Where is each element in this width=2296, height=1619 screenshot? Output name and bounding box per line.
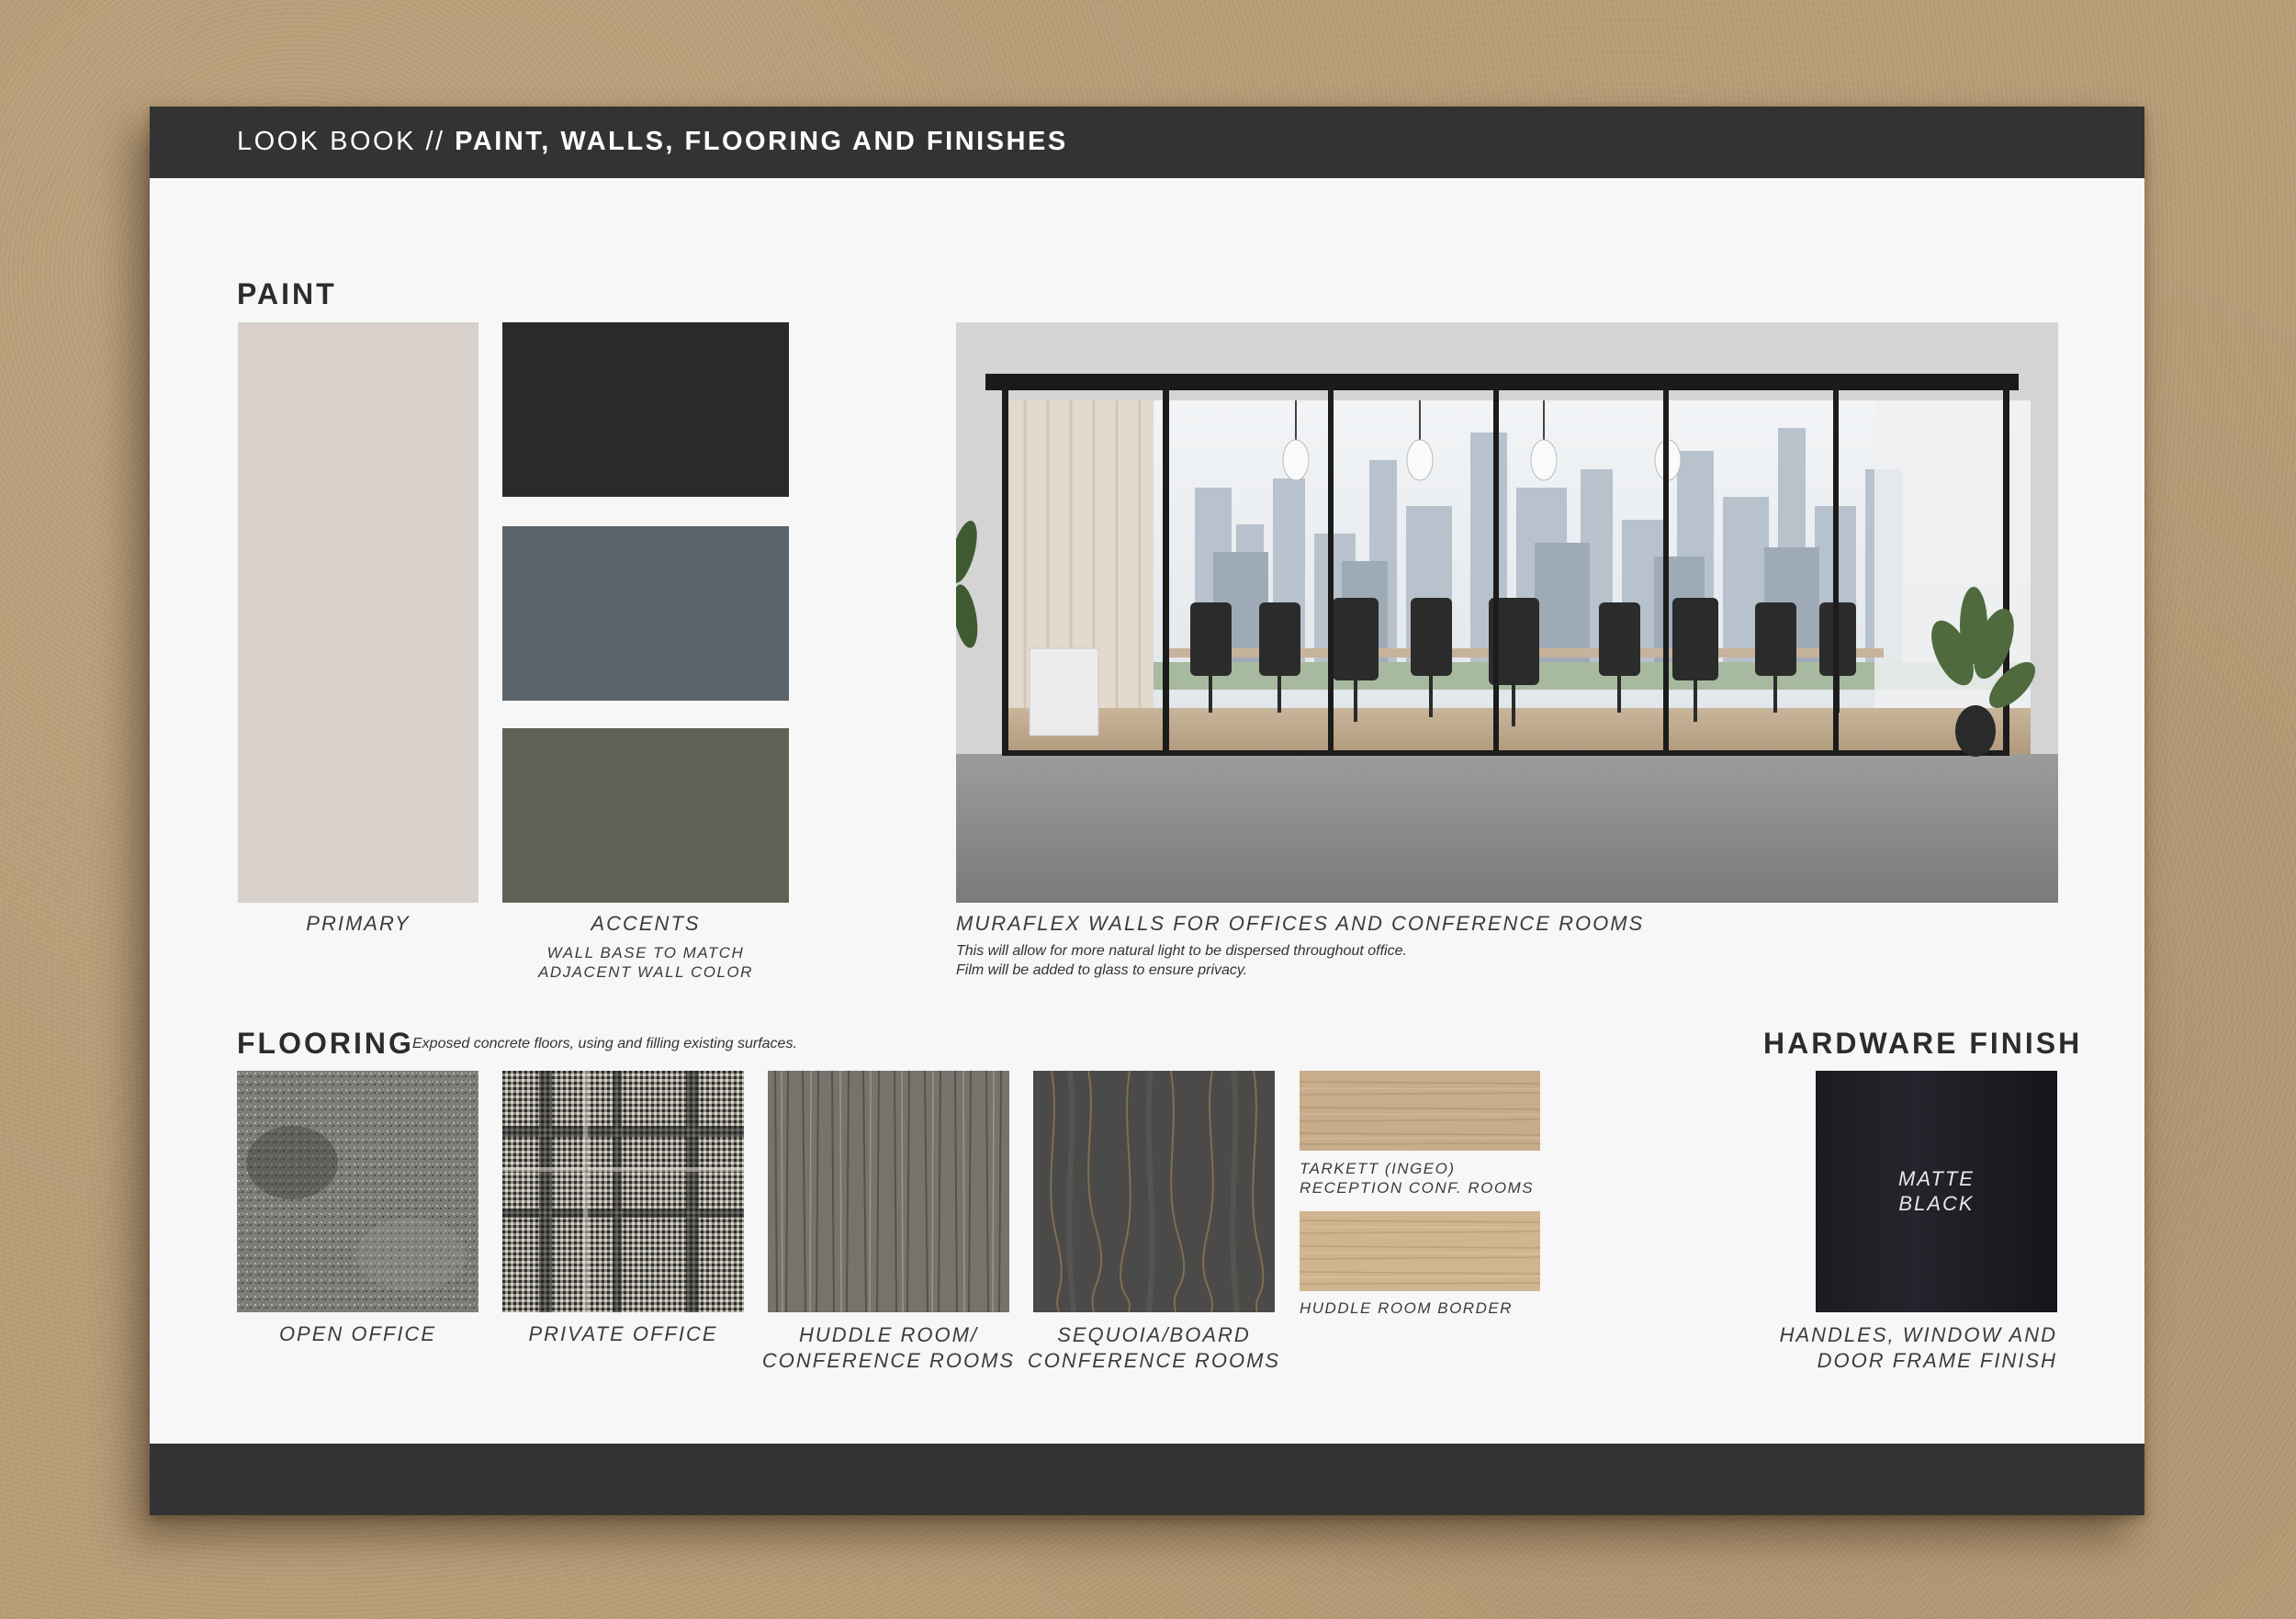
header-bar: LOOK BOOK // PAINT, WALLS, FLOORING AND … — [150, 107, 2144, 178]
paint-heading: PAINT — [237, 277, 337, 310]
walls-label: MURAFLEX WALLS FOR OFFICES AND CONFERENC… — [956, 912, 1645, 935]
private-office-carpet-swatch — [502, 1071, 744, 1312]
footer-bar — [150, 1444, 2144, 1515]
flooring-label-4-line1: SEQUOIA/BOARD — [1057, 1323, 1251, 1346]
accent-swatch-slate — [502, 526, 789, 701]
matte-black-swatch: MATTE BLACK — [1816, 1071, 2057, 1312]
conference-room-photo — [956, 322, 2058, 903]
flooring-label-4: SEQUOIA/BOARD CONFERENCE ROOMS — [1024, 1322, 1284, 1374]
hardware-caption: HANDLES, WINDOW AND DOOR FRAME FINISH — [1708, 1322, 2057, 1374]
flooring-label-2: PRIVATE OFFICE — [528, 1322, 718, 1345]
walls-note-line2: Film will be added to glass to ensure pr… — [956, 962, 1248, 978]
flooring-note: Exposed concrete floors, using and filli… — [412, 1036, 797, 1051]
flooring-label-3-line2: CONFERENCE ROOMS — [761, 1349, 1016, 1372]
tarkett-label-line1: TARKETT (INGEO) — [1300, 1160, 1456, 1177]
flooring-label-3-line1: HUDDLE ROOM/ — [798, 1323, 979, 1346]
accents-note-line2: ADJACENT WALL COLOR — [538, 963, 753, 981]
walls-note-line1: This will allow for more natural light t… — [956, 943, 1407, 959]
sequoia-board-carpet-swatch — [1033, 1071, 1275, 1312]
accents-label: ACCENTS — [591, 912, 701, 935]
title-main: PAINT, WALLS, FLOORING AND FINISHES — [455, 127, 1068, 156]
flooring-label-4-line2: CONFERENCE ROOMS — [1027, 1349, 1281, 1372]
huddle-room-carpet-swatch — [768, 1071, 1009, 1312]
open-office-carpet-swatch — [237, 1071, 478, 1312]
accents-note: WALL BASE TO MATCH ADJACENT WALL COLOR — [502, 943, 789, 982]
accent-swatch-black — [502, 322, 789, 497]
hardware-caption-line1: HANDLES, WINDOW AND — [1779, 1323, 2057, 1346]
huddle-border-label: HUDDLE ROOM BORDER — [1300, 1299, 1513, 1317]
look-book-sheet: LOOK BOOK // PAINT, WALLS, FLOORING AND … — [150, 107, 2144, 1515]
matte-black-line1: MATTE — [1898, 1167, 1975, 1190]
matte-black-label: MATTE BLACK — [1816, 1166, 2057, 1216]
huddle-border-wood-swatch — [1300, 1211, 1540, 1291]
matte-black-line2: BLACK — [1898, 1192, 1975, 1215]
title-prefix: LOOK BOOK // — [237, 127, 456, 156]
primary-label: PRIMARY — [306, 912, 411, 935]
flooring-heading: FLOORING — [237, 1027, 414, 1060]
primary-paint-swatch — [238, 322, 478, 903]
page-title: LOOK BOOK // PAINT, WALLS, FLOORING AND … — [237, 127, 1068, 157]
accent-swatch-olive — [502, 728, 789, 903]
tarkett-label-line2: RECEPTION CONF. ROOMS — [1300, 1179, 1535, 1197]
tarkett-wood-swatch — [1300, 1071, 1540, 1151]
accents-note-line1: WALL BASE TO MATCH — [546, 944, 745, 961]
tarkett-label: TARKETT (INGEO) RECEPTION CONF. ROOMS — [1300, 1159, 1575, 1197]
walls-note: This will allow for more natural light t… — [956, 941, 1407, 980]
hardware-heading: HARDWARE FINISH — [1763, 1027, 2083, 1060]
flooring-label-1: OPEN OFFICE — [278, 1322, 437, 1345]
hardware-caption-line2: DOOR FRAME FINISH — [1817, 1349, 2057, 1372]
flooring-label-3: HUDDLE ROOM/ CONFERENCE ROOMS — [759, 1322, 1019, 1374]
